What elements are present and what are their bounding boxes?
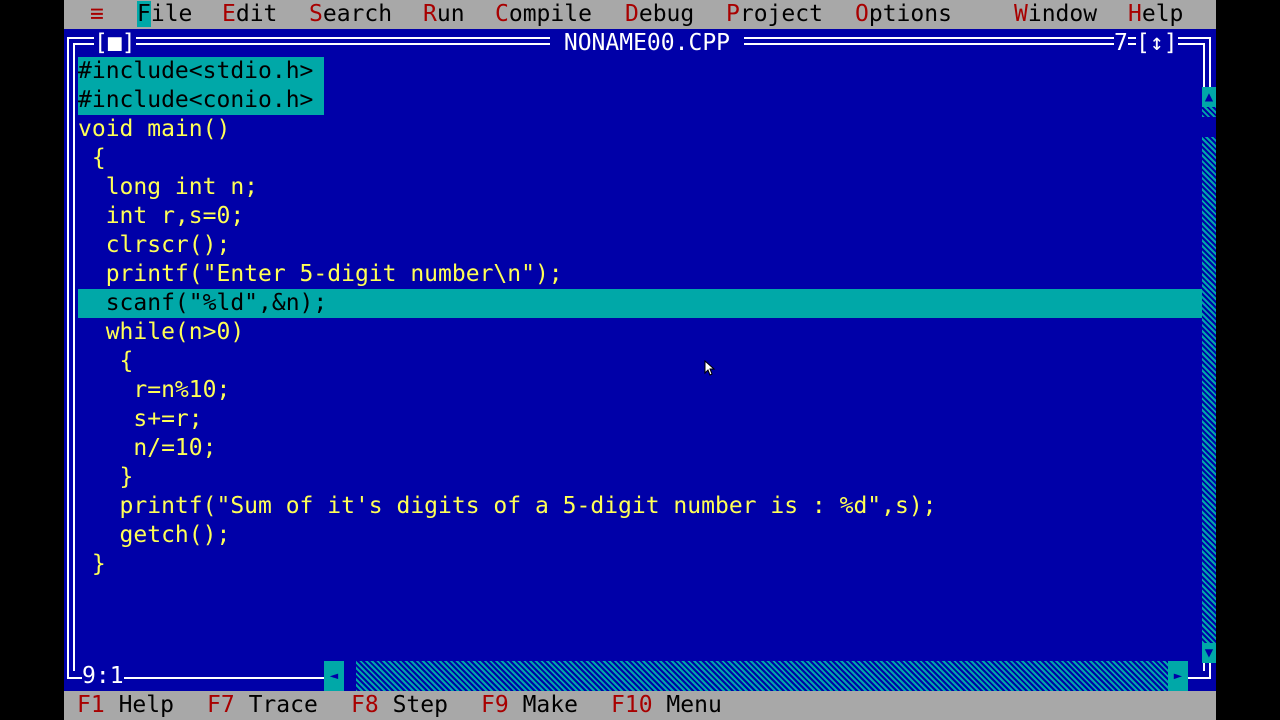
menu-search[interactable]: Search: [309, 0, 392, 29]
code-line-11[interactable]: {: [78, 347, 134, 376]
window-number: 7: [1114, 29, 1128, 57]
menu-compile[interactable]: Compile: [495, 0, 592, 29]
menu-options[interactable]: Options: [855, 0, 952, 29]
key-f10-menu[interactable]: F10 Menu: [611, 691, 722, 720]
code-line-14[interactable]: n/=10;: [78, 434, 216, 463]
scroll-up-icon[interactable]: ▲: [1202, 87, 1216, 107]
key-f1-label: Help: [118, 692, 174, 718]
code-line-16[interactable]: printf("Sum of it's digits of a 5-digit …: [78, 492, 937, 521]
code-editor[interactable]: #include<stdio.h> #include<conio.h> void…: [78, 57, 1202, 657]
menu-run-hotkey: R: [423, 1, 437, 27]
function-key-bar: F1 Help F7 Trace F8 Step F9 Make F10 Men…: [64, 691, 1216, 720]
turbo-cpp-ide: ≡ File Edit Search Run Compile Debug Pro…: [64, 0, 1216, 720]
code-line-6[interactable]: int r,s=0;: [78, 202, 244, 231]
menu-edit-hotkey: E: [222, 1, 236, 27]
menu-window-label: indow: [1027, 1, 1098, 27]
code-line-5[interactable]: long int n;: [78, 173, 258, 202]
menu-compile-label: ompile: [508, 1, 592, 27]
menu-window[interactable]: Window: [1014, 0, 1097, 29]
zoom-icon: [↕]: [1136, 30, 1178, 56]
key-f7-trace[interactable]: F7 Trace: [207, 691, 318, 720]
code-line-10[interactable]: while(n>0): [78, 318, 244, 347]
key-f10-code: F10: [611, 692, 653, 718]
close-box-button[interactable]: [■]: [94, 29, 136, 57]
key-f10-label: Menu: [666, 692, 722, 718]
menu-debug-label: ebug: [638, 1, 695, 27]
code-line-7[interactable]: clrscr();: [78, 231, 231, 260]
menu-edit[interactable]: Edit: [222, 0, 277, 29]
key-f7-label: Trace: [248, 692, 318, 718]
code-line-13[interactable]: s+=r;: [78, 405, 202, 434]
system-menu[interactable]: ≡: [90, 0, 104, 29]
zoom-box-button[interactable]: [↕]: [1136, 29, 1178, 57]
key-f9-code: F9: [481, 692, 509, 718]
mouse-pointer-icon: [704, 360, 716, 376]
menu-bar: ≡ File Edit Search Run Compile Debug Pro…: [64, 0, 1216, 29]
menu-file-label: ile: [150, 1, 193, 27]
key-f9-make[interactable]: F9 Make: [481, 691, 578, 720]
code-line-12[interactable]: r=n%10;: [78, 376, 230, 405]
cursor-position: 9:1: [82, 661, 124, 691]
code-line-1[interactable]: #include<stdio.h>: [78, 57, 324, 86]
code-line-2[interactable]: #include<conio.h>: [78, 86, 324, 115]
key-f1-help[interactable]: F1 Help: [77, 691, 174, 720]
code-line-17[interactable]: getch();: [78, 521, 231, 550]
menu-project-label: roject: [739, 1, 823, 27]
menu-window-hotkey: W: [1014, 1, 1028, 27]
vertical-scroll-thumb[interactable]: [1202, 117, 1216, 137]
menu-run[interactable]: Run: [423, 0, 465, 29]
close-icon: [■]: [94, 30, 136, 56]
code-line-9-current[interactable]: scanf("%ld",&n);: [78, 289, 1202, 318]
scroll-right-icon[interactable]: ►: [1168, 661, 1188, 691]
code-line-15[interactable]: }: [78, 463, 134, 492]
code-line-3[interactable]: void main(): [78, 115, 230, 144]
horizontal-scrollbar[interactable]: ◄ ►: [324, 661, 1188, 691]
key-f8-label: Step: [392, 692, 448, 718]
vertical-scrollbar[interactable]: ▲ ▼: [1202, 87, 1216, 663]
code-line-18[interactable]: }: [78, 550, 106, 579]
horizontal-scroll-thumb[interactable]: [344, 661, 356, 691]
key-f1-code: F1: [77, 692, 105, 718]
menu-project-hotkey: P: [726, 1, 740, 27]
menu-options-label: ptions: [868, 1, 952, 27]
menu-search-hotkey: S: [309, 1, 323, 27]
code-line-4[interactable]: {: [78, 144, 106, 173]
menu-search-label: earch: [322, 1, 393, 27]
menu-compile-hotkey: C: [495, 1, 509, 27]
menu-help-hotkey: H: [1128, 1, 1142, 27]
menu-file-hotkey: F: [137, 1, 151, 27]
scroll-left-icon[interactable]: ◄: [324, 661, 344, 691]
menu-debug[interactable]: Debug: [625, 0, 694, 29]
window-title: NONAME00.CPP: [550, 29, 744, 57]
key-f7-code: F7: [207, 692, 235, 718]
menu-run-label: un: [436, 1, 465, 27]
key-f8-code: F8: [351, 692, 379, 718]
menu-project[interactable]: Project: [726, 0, 823, 29]
key-f8-step[interactable]: F8 Step: [351, 691, 448, 720]
menu-edit-label: dit: [235, 1, 278, 27]
code-line-8[interactable]: printf("Enter 5-digit number\n");: [78, 260, 563, 289]
editor-window: [■] NONAME00.CPP 7 [↕] #include<stdio.h>…: [64, 29, 1216, 691]
menu-file[interactable]: File: [137, 0, 192, 29]
menu-help[interactable]: Help: [1128, 0, 1183, 29]
menu-options-hotkey: O: [855, 1, 869, 27]
scroll-down-icon[interactable]: ▼: [1202, 643, 1216, 663]
menu-debug-hotkey: D: [625, 1, 639, 27]
key-f9-label: Make: [522, 692, 578, 718]
menu-help-label: elp: [1141, 1, 1184, 27]
